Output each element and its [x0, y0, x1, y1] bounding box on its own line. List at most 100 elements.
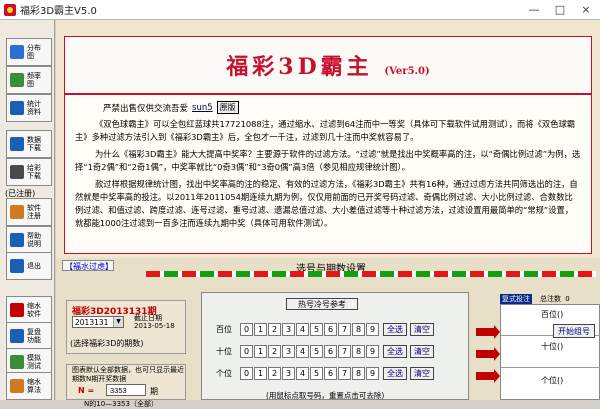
digit-button[interactable]: 0: [240, 322, 253, 336]
result-ones: 个位(): [541, 376, 564, 385]
bar-chart-icon: [10, 73, 24, 87]
distribution-button[interactable]: 分布图: [6, 38, 52, 66]
algorithm-button[interactable]: 缩水算法: [6, 372, 52, 400]
digit-button[interactable]: 7: [338, 322, 351, 336]
ones-row: 个位 0 1 2 3 4 5 6 7 8 9 全选 清空: [216, 366, 434, 380]
digit-button[interactable]: 5: [310, 366, 323, 380]
digit-button[interactable]: 4: [296, 344, 309, 358]
filter-tab[interactable]: 【福水过虑】: [62, 260, 114, 271]
close-button[interactable]: ×: [580, 3, 592, 16]
register-icon: [10, 205, 24, 219]
minimize-button[interactable]: —: [528, 3, 540, 16]
digit-button[interactable]: 9: [366, 344, 379, 358]
warning-line: 严禁出售仅供交流吾爱 sun5 原版: [103, 101, 581, 114]
digit-button[interactable]: 1: [254, 344, 267, 358]
frequency-button[interactable]: 频率图: [6, 66, 52, 94]
divider: [501, 367, 600, 368]
main-area: 福彩3D霸主 (Ver5.0) 严禁出售仅供交流吾爱 sun5 原版 《双色球霸…: [56, 20, 600, 408]
digit-button[interactable]: 4: [296, 366, 309, 380]
clear-button[interactable]: 清空: [410, 366, 434, 380]
description-panel: 严禁出售仅供交流吾爱 sun5 原版 《双色球霸主》可以全包红蓝球共177210…: [64, 94, 592, 254]
open-date-label: 截止日期: [134, 314, 162, 322]
app-title-text: 福彩3D霸主: [226, 54, 373, 80]
row-label: 个位: [216, 368, 232, 378]
result-tab[interactable]: 复式投注: [500, 294, 532, 304]
sidebar: 分布图 频率图 统计资料 数据下载 给彩下载 (已注册) 软件注册 帮助说明 退…: [0, 20, 55, 400]
start-combine-button[interactable]: 开始组号: [553, 324, 595, 338]
digit-button[interactable]: 6: [324, 366, 337, 380]
digit-button[interactable]: 3: [282, 366, 295, 380]
title-bar: 福彩3D霸主V5.0 — □ ×: [0, 0, 600, 20]
open-date: 截止日期 2013-05-18: [134, 314, 175, 330]
select-all-button[interactable]: 全选: [383, 322, 407, 336]
digit-button[interactable]: 8: [352, 322, 365, 336]
row-label: 百位: [216, 324, 232, 334]
digit-button[interactable]: 1: [254, 366, 267, 380]
arrow-right-icon: [476, 369, 500, 383]
chevron-down-icon: ▼: [113, 317, 123, 327]
arrow-right-icon: [476, 325, 500, 339]
clear-button[interactable]: 清空: [410, 344, 434, 358]
digit-button[interactable]: 9: [366, 366, 379, 380]
total-count: 总注数 0: [538, 294, 570, 304]
help-icon: [10, 233, 24, 247]
digit-button[interactable]: 4: [296, 322, 309, 336]
total-count-value: 0: [565, 295, 570, 303]
exit-icon: [10, 259, 24, 273]
reduce-button[interactable]: 缩水软件: [6, 296, 52, 324]
download-icon: [10, 137, 24, 151]
warning-link[interactable]: sun5: [192, 103, 213, 113]
hundreds-row: 百位 0 1 2 3 4 5 6 7 8 9 全选 清空: [216, 322, 434, 336]
replay-button[interactable]: 复盘功能: [6, 322, 52, 350]
hot-cold-button[interactable]: 热号冷号参考: [286, 298, 358, 310]
select-all-button[interactable]: 全选: [383, 344, 407, 358]
result-panel: 百位() 十位() 个位(): [500, 304, 600, 400]
row-label: 十位: [216, 346, 232, 356]
warning-text: 严禁出售仅供交流吾爱: [103, 103, 189, 114]
digit-button[interactable]: 9: [366, 322, 379, 336]
digit-button[interactable]: 5: [310, 322, 323, 336]
digit-button[interactable]: 6: [324, 344, 337, 358]
digit-button[interactable]: 3: [282, 322, 295, 336]
digit-button[interactable]: 0: [240, 366, 253, 380]
open-date-value: 2013-05-18: [134, 322, 175, 330]
total-count-label: 总注数: [540, 295, 561, 303]
arrow-right-icon: [476, 347, 500, 361]
digit-button[interactable]: 1: [254, 322, 267, 336]
help-button[interactable]: 帮助说明: [6, 226, 52, 254]
digit-button[interactable]: 2: [268, 344, 281, 358]
digit-button[interactable]: 7: [338, 344, 351, 358]
digit-button[interactable]: 5: [310, 344, 323, 358]
description-paragraph: 《双色球霸主》可以全包红蓝球共17721088注，通过缩水、过滤到64注而中一等…: [75, 119, 576, 142]
digit-button[interactable]: 8: [352, 344, 365, 358]
digit-button[interactable]: 8: [352, 366, 365, 380]
period-select[interactable]: 2013131 ▼: [72, 316, 124, 328]
clear-button[interactable]: 清空: [410, 322, 434, 336]
select-all-button[interactable]: 全选: [383, 366, 407, 380]
window-title: 福彩3D霸主V5.0: [20, 6, 97, 17]
data-download-button[interactable]: 数据下载: [6, 130, 52, 158]
maximize-button[interactable]: □: [554, 3, 566, 16]
lottery-download-button[interactable]: 给彩下载: [6, 158, 52, 186]
digit-button[interactable]: 2: [268, 322, 281, 336]
algo-icon: [10, 379, 24, 393]
digits-footer: (用鼠标点取号码，重置点击可去除): [266, 391, 385, 400]
digit-button[interactable]: 3: [282, 344, 295, 358]
header-panel: 福彩3D霸主 (Ver5.0): [64, 36, 592, 94]
window-controls: — □ ×: [528, 3, 600, 16]
digit-button[interactable]: 0: [240, 344, 253, 358]
cut-icon: [10, 303, 24, 317]
replay-icon: [10, 329, 24, 343]
original-button[interactable]: 原版: [216, 101, 239, 114]
result-hundreds: 百位(): [541, 310, 564, 319]
n-input[interactable]: [106, 384, 146, 396]
statistics-button[interactable]: 统计资料: [6, 94, 52, 122]
decorative-track: [146, 271, 596, 277]
app-title: 福彩3D霸主 (Ver5.0): [65, 49, 591, 81]
digit-button[interactable]: 6: [324, 322, 337, 336]
exit-button[interactable]: 退出: [6, 252, 52, 280]
digit-button[interactable]: 7: [338, 366, 351, 380]
description-paragraph: 款过样根据规律统计图，找出中奖率高的注的稳定、有效的过滤方法，《福彩3D霸主》共…: [75, 179, 578, 228]
register-button[interactable]: 软件注册: [6, 198, 52, 226]
digit-button[interactable]: 2: [268, 366, 281, 380]
